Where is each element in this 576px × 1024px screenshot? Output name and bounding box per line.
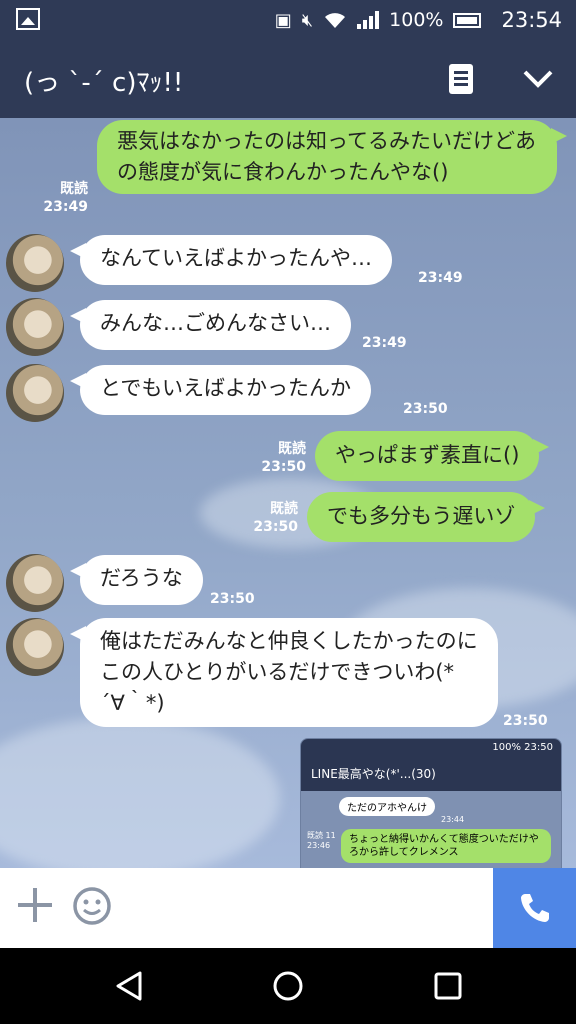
image-icon (16, 8, 40, 30)
back-icon[interactable] (114, 970, 144, 1002)
battery-icon (453, 12, 482, 28)
wifi-icon (325, 13, 346, 28)
read-receipt: 既読 23:49 (43, 181, 88, 215)
message-bubble-received[interactable]: なんていえばよかったんや… (70, 235, 392, 285)
signal-icon (357, 11, 380, 29)
avatar[interactable] (6, 298, 64, 356)
chat-title[interactable]: (っ ˋ-ˊ c)ﾏｯ!! (24, 62, 183, 99)
navigation-bar (0, 948, 576, 1024)
message-bubble-received[interactable]: 俺はただみんなと仲良くしたかったのにこの人ひとりがいるだけできついわ(*´∀｀*… (70, 618, 498, 727)
message-text: やっぱまず素直に() (335, 443, 520, 467)
read-receipt: 既読 23:50 (253, 501, 298, 535)
message-time: 23:50 (210, 591, 255, 607)
battery-percent: 100% (389, 9, 444, 31)
message-time: 23:49 (362, 335, 407, 351)
message-bubble-received[interactable]: だろうな (70, 555, 203, 605)
shared-image-message: ただのアホやんけ (339, 797, 435, 816)
message-text: でも多分もう遅いゾ (327, 504, 516, 528)
message-bubble-received[interactable]: とでもいえばよかったんか (70, 365, 371, 415)
phone-icon (521, 894, 549, 922)
message-text: なんていえばよかったんや… (100, 246, 372, 270)
message-text: 悪気はなかったのは知ってるみたいだけどあの態度が気に食わんかったんやな() (117, 129, 536, 184)
message-time: 23:49 (418, 270, 463, 286)
call-button[interactable] (493, 868, 576, 948)
mute-icon: 🔇︎ (301, 9, 314, 31)
read-receipt: 既読 23:50 (261, 441, 306, 475)
chevron-down-icon[interactable] (522, 62, 554, 94)
message-text: みんな…ごめんなさい… (100, 311, 331, 335)
shared-image-status: 100% 23:50 (301, 739, 561, 757)
input-bar (0, 868, 576, 948)
plus-icon[interactable] (18, 888, 52, 922)
avatar[interactable] (6, 364, 64, 422)
avatar[interactable] (6, 554, 64, 612)
chat-area[interactable]: 既読 23:49 悪気はなかったのは知ってるみたいだけどあの態度が気に食わんかった… (0, 118, 576, 868)
shared-image[interactable]: 100% 23:50 LINE最高やな(*'...(30) ただのアホやんけ 2… (300, 738, 562, 868)
shared-image-read: 既読 11 23:46 (307, 831, 336, 850)
message-bubble-received[interactable]: みんな…ごめんなさい… (70, 300, 351, 350)
message-bubble-sent[interactable]: でも多分もう遅いゾ (307, 492, 546, 542)
avatar[interactable] (6, 618, 64, 676)
home-icon[interactable] (272, 970, 304, 1002)
clock: 23:54 (501, 8, 562, 32)
avatar[interactable] (6, 234, 64, 292)
message-bubble-sent[interactable]: やっぱまず素直に() (315, 431, 550, 481)
message-text: 俺はただみんなと仲良くしたかったのにこの人ひとりがいるだけできついわ(*´∀｀*… (100, 629, 478, 715)
status-bar: ▣ 🔇︎ 100% 23:54 (0, 0, 576, 40)
shared-image-time: 23:44 (441, 815, 465, 824)
message-text: だろうな (100, 566, 183, 590)
message-bubble-sent[interactable]: 悪気はなかったのは知ってるみたいだけどあの態度が気に食わんかったんやな() (97, 120, 567, 194)
message-text: とでもいえばよかったんか (100, 376, 351, 400)
vibrate-icon: ▣ (274, 9, 292, 31)
message-time: 23:50 (503, 713, 548, 729)
emoji-icon[interactable] (72, 886, 112, 926)
recents-icon[interactable] (434, 972, 462, 1000)
shared-image-title: LINE最高やな(*'...(30) (301, 757, 561, 791)
message-time: 23:50 (403, 401, 448, 417)
chat-header: (っ ˋ-ˊ c)ﾏｯ!! (0, 40, 576, 118)
shared-image-message: ちょっと納得いかんくて態度ついただけやろから許してクレメンス (341, 829, 551, 863)
memo-icon[interactable] (449, 64, 473, 94)
